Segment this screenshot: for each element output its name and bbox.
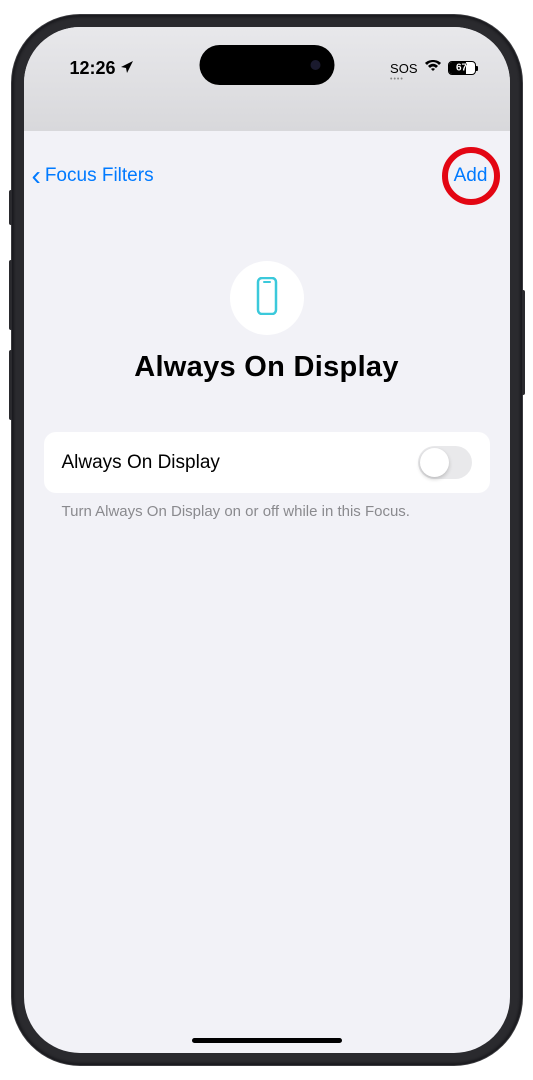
header-section: Always On Display <box>44 261 490 384</box>
content: Always On Display Always On Display Turn… <box>24 221 510 520</box>
highlight-circle-icon <box>442 147 500 205</box>
sos-indicator: SOS <box>390 61 417 76</box>
always-on-display-toggle[interactable] <box>418 446 472 479</box>
setting-description: Turn Always On Display on or off while i… <box>44 493 490 520</box>
feature-icon-circle <box>230 261 304 335</box>
power-button <box>522 290 525 395</box>
location-icon <box>120 60 134 77</box>
volume-down-button <box>9 350 12 420</box>
chevron-back-icon: ‹ <box>32 162 41 190</box>
add-button[interactable]: Add <box>440 145 502 207</box>
dynamic-island <box>199 45 334 85</box>
wifi-icon <box>424 59 442 78</box>
status-bar-area: 12:26 SOS 67 <box>24 27 510 131</box>
back-label: Focus Filters <box>45 165 154 187</box>
status-time: 12:26 <box>70 58 116 79</box>
setting-label: Always On Display <box>62 452 220 474</box>
page-title: Always On Display <box>134 351 399 384</box>
battery-icon: 67 <box>448 61 478 75</box>
status-right: SOS 67 <box>390 59 477 78</box>
volume-up-button <box>9 260 12 330</box>
phone-frame: 12:26 SOS 67 <box>12 15 522 1065</box>
nav-bar: ‹ Focus Filters Add <box>24 131 510 221</box>
toggle-knob <box>420 448 449 477</box>
status-left: 12:26 <box>70 58 134 79</box>
home-indicator[interactable] <box>192 1038 342 1043</box>
phone-icon <box>255 277 279 320</box>
screen: 12:26 SOS 67 <box>24 27 510 1053</box>
back-button[interactable]: ‹ Focus Filters <box>32 162 154 190</box>
always-on-display-row[interactable]: Always On Display <box>44 432 490 493</box>
silent-switch <box>9 190 12 225</box>
